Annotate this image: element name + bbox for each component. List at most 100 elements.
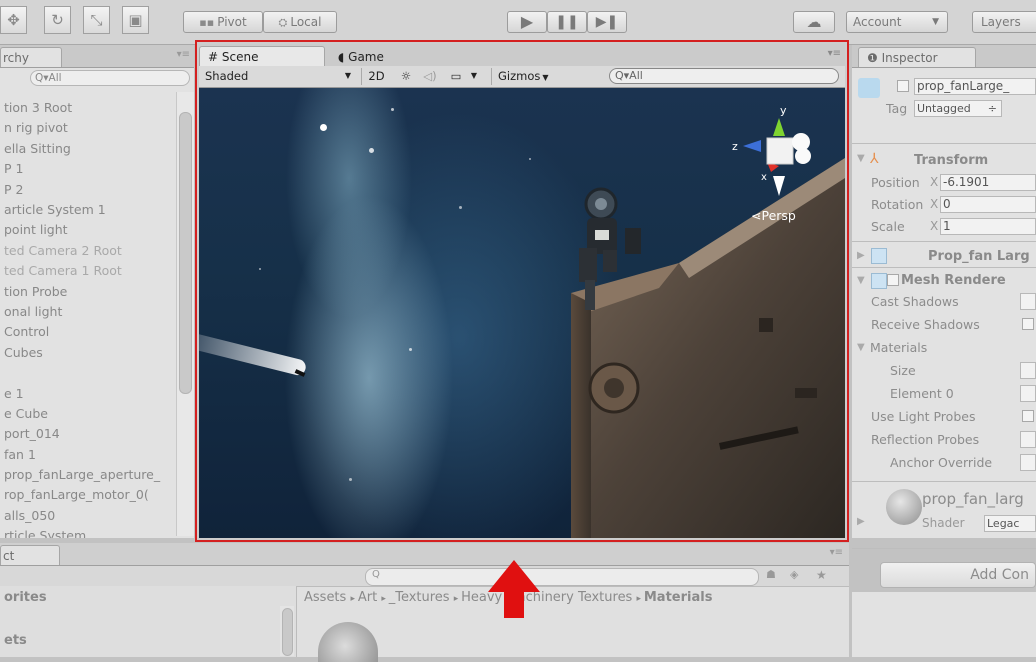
panel-menu-icon[interactable]: ▾≡ bbox=[828, 48, 841, 59]
shading-mode-dropdown[interactable]: Shaded ▼ bbox=[205, 68, 355, 85]
hierarchy-item[interactable]: point light bbox=[4, 222, 68, 237]
hierarchy-item[interactable]: fan 1 bbox=[4, 447, 36, 462]
prop-fan-component-title[interactable]: Prop_fan Larg bbox=[928, 249, 1030, 264]
tab-scene[interactable]: # Scene bbox=[199, 46, 325, 66]
breadcrumb-item[interactable]: Assets bbox=[304, 590, 346, 605]
use-light-probes-checkbox[interactable] bbox=[1022, 410, 1034, 422]
hierarchy-scroll-thumb[interactable] bbox=[179, 112, 192, 394]
tab-hierarchy[interactable]: rchy bbox=[0, 47, 62, 67]
scene-viewport[interactable]: y z x ⋖Persp bbox=[199, 88, 845, 538]
play-button[interactable]: ▶ bbox=[507, 11, 547, 33]
object-active-checkbox[interactable] bbox=[897, 80, 909, 92]
materials-size-field[interactable] bbox=[1020, 362, 1036, 379]
project-tabbar: ct ▾≡ bbox=[0, 543, 849, 566]
filter-label-icon[interactable]: ◈ bbox=[790, 568, 798, 581]
rotation-x-field[interactable]: 0 bbox=[940, 196, 1036, 213]
tab-game[interactable]: ◖ Game bbox=[329, 46, 449, 66]
favorites-header[interactable]: orites bbox=[4, 590, 47, 605]
tag-dropdown[interactable]: Untagged ÷ bbox=[914, 100, 1002, 117]
hierarchy-item[interactable]: e 1 bbox=[4, 386, 24, 401]
hierarchy-item[interactable]: Control bbox=[4, 324, 49, 339]
hierarchy-scrollbar[interactable] bbox=[176, 92, 194, 536]
hierarchy-item[interactable]: P 2 bbox=[4, 182, 23, 197]
hierarchy-item[interactable]: Cubes bbox=[4, 345, 43, 360]
folders-scrollbar[interactable] bbox=[280, 606, 294, 656]
mesh-renderer-title[interactable]: Mesh Rendere bbox=[901, 273, 1006, 288]
panel-menu-icon[interactable]: ▾≡ bbox=[830, 547, 843, 558]
foldout-arrow-icon[interactable]: ▼ bbox=[857, 342, 865, 353]
scale-tool-icon[interactable]: ⤡ bbox=[83, 6, 110, 34]
foldout-arrow-icon[interactable]: ▼ bbox=[857, 275, 865, 286]
assets-header[interactable]: ets bbox=[4, 633, 27, 648]
foldout-arrow-icon[interactable]: ▼ bbox=[857, 153, 865, 164]
pause-button[interactable]: ❚❚ bbox=[547, 11, 587, 33]
project-search-input[interactable]: Q bbox=[365, 568, 759, 586]
lighting-toggle-icon[interactable]: ☼ bbox=[395, 68, 417, 85]
inspector-tabbar: ❶ Inspector bbox=[852, 45, 1036, 68]
pivot-toggle-button[interactable]: ▪▪ Pivot bbox=[183, 11, 263, 33]
receive-shadows-checkbox[interactable] bbox=[1022, 318, 1034, 330]
position-x-field[interactable]: -6.1901 bbox=[940, 174, 1036, 191]
tab-project[interactable]: ct bbox=[0, 545, 60, 565]
add-component-button[interactable]: Add Con bbox=[880, 562, 1036, 588]
reflection-probes-label: Reflection Probes bbox=[871, 432, 980, 447]
step-button[interactable]: ▶❚ bbox=[587, 11, 627, 33]
local-toggle-button[interactable]: ⛭ Local bbox=[263, 11, 337, 33]
gizmos-dropdown[interactable]: Gizmos ▼ bbox=[491, 68, 553, 85]
cloud-button[interactable]: ☁ bbox=[793, 11, 835, 33]
layers-dropdown[interactable]: Layers bbox=[972, 11, 1036, 33]
materials-label[interactable]: Materials bbox=[870, 340, 927, 355]
gizmo-x-label: x bbox=[761, 172, 767, 183]
material-name: prop_fan_larg bbox=[922, 490, 1024, 508]
object-name-field[interactable]: prop_fanLarge_ bbox=[914, 78, 1036, 95]
shader-dropdown[interactable]: Legac bbox=[984, 515, 1036, 532]
hierarchy-item[interactable]: tion 3 Root bbox=[4, 100, 72, 115]
step-icon: ▶❚ bbox=[595, 14, 619, 30]
hierarchy-item[interactable]: P 1 bbox=[4, 161, 23, 176]
hierarchy-item[interactable]: prop_fanLarge_aperture_ bbox=[4, 467, 160, 482]
hierarchy-item[interactable]: e Cube bbox=[4, 406, 48, 421]
divider bbox=[852, 481, 1036, 482]
hierarchy-item[interactable]: n rig pivot bbox=[4, 120, 68, 135]
rect-tool-icon[interactable]: ▣ bbox=[122, 6, 149, 34]
audio-toggle-icon[interactable]: ◁) bbox=[419, 68, 441, 85]
hierarchy-search-input[interactable]: Q▾All bbox=[30, 70, 190, 86]
move-tool-icon[interactable]: ✥ bbox=[0, 6, 27, 34]
filter-type-icon[interactable]: ☗ bbox=[766, 568, 776, 581]
hierarchy-item[interactable]: article System 1 bbox=[4, 202, 106, 217]
hierarchy-item[interactable]: ted Camera 1 Root bbox=[4, 263, 122, 278]
element0-field[interactable] bbox=[1020, 385, 1036, 402]
pause-icon: ❚❚ bbox=[555, 14, 579, 30]
panel-menu-icon[interactable]: ▾≡ bbox=[177, 49, 190, 60]
orientation-gizmo[interactable]: y z x bbox=[727, 104, 823, 200]
hierarchy-item[interactable]: ted Camera 2 Root bbox=[4, 243, 122, 258]
hierarchy-item[interactable]: alls_050 bbox=[4, 508, 55, 523]
rotate-tool-icon[interactable]: ↻ bbox=[44, 6, 71, 34]
hierarchy-item[interactable]: tion Probe bbox=[4, 284, 67, 299]
breadcrumb-item[interactable]: _Textures bbox=[389, 590, 450, 605]
favorite-star-icon[interactable]: ★ bbox=[816, 568, 827, 582]
hierarchy-item[interactable]: rop_fanLarge_motor_0( bbox=[4, 487, 149, 502]
mesh-renderer-enabled-checkbox[interactable] bbox=[887, 274, 899, 286]
anchor-override-field[interactable] bbox=[1020, 454, 1036, 471]
cast-shadows-dropdown[interactable] bbox=[1020, 293, 1036, 310]
folders-scroll-thumb[interactable] bbox=[282, 608, 293, 656]
hierarchy-item[interactable]: rticle System bbox=[4, 528, 86, 538]
foldout-arrow-icon[interactable]: ▶ bbox=[857, 516, 865, 527]
foldout-arrow-icon[interactable]: ▶ bbox=[857, 250, 865, 261]
tab-inspector[interactable]: ❶ Inspector bbox=[858, 47, 976, 67]
hierarchy-item[interactable]: ella Sitting bbox=[4, 141, 71, 156]
breadcrumb-item[interactable]: Materials bbox=[644, 590, 713, 605]
hierarchy-item[interactable]: port_014 bbox=[4, 426, 60, 441]
breadcrumb-item[interactable]: Art bbox=[358, 590, 377, 605]
scale-x-field[interactable]: 1 bbox=[940, 218, 1036, 235]
hierarchy-item[interactable]: onal light bbox=[4, 304, 62, 319]
persp-label[interactable]: ⋖Persp bbox=[751, 208, 796, 223]
reflection-probes-dropdown[interactable] bbox=[1020, 431, 1036, 448]
effects-toggle-icon[interactable]: ▭ bbox=[445, 68, 467, 85]
transform-title[interactable]: Transform bbox=[914, 153, 988, 168]
scene-search-input[interactable]: Q▾All bbox=[609, 68, 839, 84]
effects-dropdown-arrow-icon[interactable]: ▼ bbox=[467, 68, 481, 85]
account-dropdown[interactable]: Account ▼ bbox=[846, 11, 948, 33]
2d-toggle-button[interactable]: 2D bbox=[361, 68, 391, 85]
